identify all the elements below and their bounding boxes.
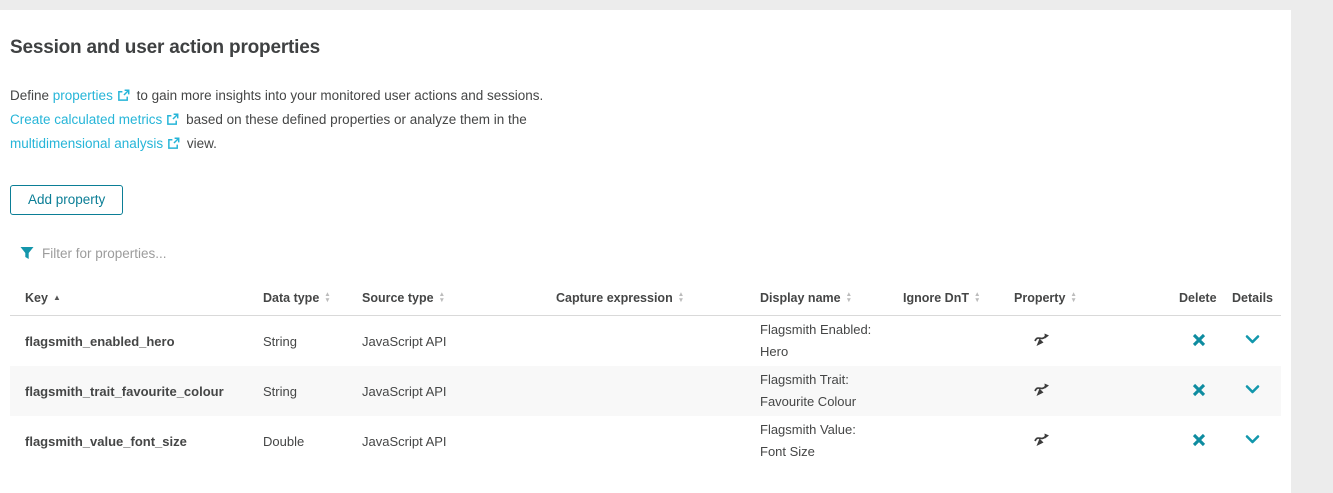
property-key: flagsmith_value_font_size bbox=[25, 434, 263, 449]
column-label: Ignore DnT bbox=[903, 291, 969, 305]
external-link-icon bbox=[166, 113, 179, 126]
details-cell bbox=[1232, 430, 1281, 452]
column-label: Delete bbox=[1179, 291, 1217, 305]
column-header-display-name[interactable]: Display name ▲▼ bbox=[760, 291, 903, 305]
source-type-cell: JavaScript API bbox=[362, 434, 556, 449]
content-panel: Session and user action properties Defin… bbox=[0, 10, 1291, 493]
create-calculated-metrics-link[interactable]: Create calculated metrics bbox=[10, 112, 162, 127]
column-header-data-type[interactable]: Data type ▲▼ bbox=[263, 291, 362, 305]
multidimensional-analysis-link[interactable]: multidimensional analysis bbox=[10, 136, 163, 151]
property-key: flagsmith_enabled_hero bbox=[25, 334, 263, 349]
user-action-property-icon bbox=[1032, 380, 1051, 399]
filter-bar bbox=[20, 244, 1291, 262]
delete-icon[interactable] bbox=[1191, 332, 1207, 348]
column-label: Key bbox=[25, 291, 48, 305]
sort-icon: ▲▼ bbox=[678, 292, 684, 303]
intro-text: view. bbox=[183, 136, 217, 151]
property-type-cell bbox=[1014, 330, 1179, 352]
display-name-cell: Flagsmith Value:Font Size bbox=[760, 419, 903, 463]
add-property-button[interactable]: Add property bbox=[10, 185, 123, 215]
details-cell bbox=[1232, 330, 1281, 352]
intro-text: Define bbox=[10, 88, 53, 103]
column-label: Property bbox=[1014, 291, 1065, 305]
display-name-line: Flagsmith Value: bbox=[760, 419, 903, 441]
column-header-details: Details bbox=[1232, 291, 1281, 305]
intro-line-3: multidimensional analysis view. bbox=[10, 132, 1291, 156]
data-type-cell: String bbox=[263, 334, 362, 349]
delete-cell bbox=[1179, 382, 1232, 401]
column-label: Display name bbox=[760, 291, 841, 305]
sort-icon: ▲▼ bbox=[1070, 292, 1076, 303]
table-header-row: Key ▲ Data type ▲▼ Source type ▲▼ Capture e… bbox=[10, 280, 1281, 316]
properties-link[interactable]: properties bbox=[53, 88, 113, 103]
details-chevron-icon[interactable] bbox=[1243, 330, 1262, 349]
external-link-icon bbox=[167, 137, 180, 150]
page-title: Session and user action properties bbox=[10, 37, 1291, 59]
property-type-cell bbox=[1014, 380, 1179, 402]
intro-text: based on these defined properties or ana… bbox=[182, 112, 526, 127]
user-action-property-icon bbox=[1032, 330, 1051, 349]
filter-properties-input[interactable] bbox=[42, 246, 462, 261]
column-label: Details bbox=[1232, 291, 1273, 305]
column-label: Capture expression bbox=[556, 291, 673, 305]
data-type-cell: Double bbox=[263, 434, 362, 449]
display-name-cell: Flagsmith Trait:Favourite Colour bbox=[760, 369, 903, 413]
column-header-property[interactable]: Property ▲▼ bbox=[1014, 291, 1179, 305]
details-chevron-icon[interactable] bbox=[1243, 430, 1262, 449]
delete-cell bbox=[1179, 332, 1232, 351]
intro-line-2: Create calculated metrics based on these… bbox=[10, 108, 1291, 132]
intro-line-1: Define properties to gain more insights … bbox=[10, 84, 1291, 108]
property-key: flagsmith_trait_favourite_colour bbox=[25, 384, 263, 399]
column-header-ignore-dnt[interactable]: Ignore DnT ▲▼ bbox=[903, 291, 1014, 305]
column-header-source-type[interactable]: Source type ▲▼ bbox=[362, 291, 556, 305]
intro-text: to gain more insights into your monitore… bbox=[133, 88, 543, 103]
column-header-key[interactable]: Key ▲ bbox=[25, 291, 263, 305]
property-type-cell bbox=[1014, 430, 1179, 452]
external-link-icon bbox=[117, 89, 130, 102]
intro-paragraph: Define properties to gain more insights … bbox=[10, 84, 1291, 156]
source-type-cell: JavaScript API bbox=[362, 384, 556, 399]
display-name-line: Flagsmith Enabled: bbox=[760, 319, 903, 341]
sort-icon: ▲▼ bbox=[846, 292, 852, 303]
table-row: flagsmith_value_font_size Double JavaScr… bbox=[10, 416, 1281, 466]
filter-funnel-icon bbox=[20, 246, 34, 260]
delete-cell bbox=[1179, 432, 1232, 451]
sort-ascending-icon: ▲ bbox=[53, 294, 61, 302]
details-chevron-icon[interactable] bbox=[1243, 380, 1262, 399]
display-name-line: Hero bbox=[760, 341, 903, 363]
column-label: Data type bbox=[263, 291, 319, 305]
sort-icon: ▲▼ bbox=[324, 292, 330, 303]
details-cell bbox=[1232, 380, 1281, 402]
display-name-cell: Flagsmith Enabled:Hero bbox=[760, 319, 903, 363]
user-action-property-icon bbox=[1032, 430, 1051, 449]
display-name-line: Flagsmith Trait: bbox=[760, 369, 903, 391]
column-header-delete: Delete bbox=[1179, 291, 1232, 305]
display-name-line: Font Size bbox=[760, 441, 903, 463]
display-name-line: Favourite Colour bbox=[760, 391, 903, 413]
table-row: flagsmith_enabled_hero String JavaScript… bbox=[10, 316, 1281, 366]
column-header-capture-expression[interactable]: Capture expression ▲▼ bbox=[556, 291, 760, 305]
delete-icon[interactable] bbox=[1191, 432, 1207, 448]
sort-icon: ▲▼ bbox=[974, 292, 980, 303]
sort-icon: ▲▼ bbox=[439, 292, 445, 303]
column-label: Source type bbox=[362, 291, 434, 305]
delete-icon[interactable] bbox=[1191, 382, 1207, 398]
data-type-cell: String bbox=[263, 384, 362, 399]
properties-table: Key ▲ Data type ▲▼ Source type ▲▼ Capture e… bbox=[10, 280, 1281, 466]
table-row: flagsmith_trait_favourite_colour String … bbox=[10, 366, 1281, 416]
source-type-cell: JavaScript API bbox=[362, 334, 556, 349]
